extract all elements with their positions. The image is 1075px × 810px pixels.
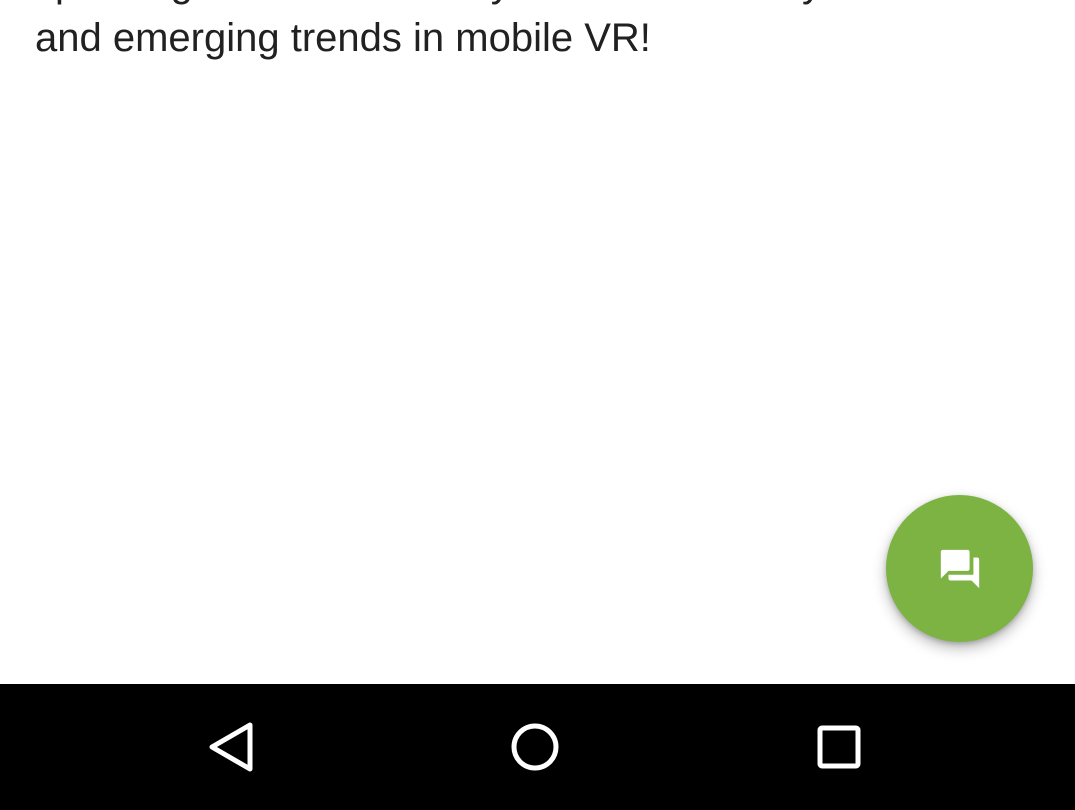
- post-text: special guest Russell Holly to talk abou…: [35, 0, 1045, 66]
- post-content: special guest Russell Holly to talk abou…: [0, 0, 1075, 684]
- system-navigation-bar: [0, 684, 1075, 810]
- home-button[interactable]: [490, 702, 580, 792]
- post-text-line-2: and emerging trends in mobile VR!: [35, 16, 651, 60]
- comments-fab-button[interactable]: [886, 495, 1033, 642]
- back-button[interactable]: [187, 702, 277, 792]
- forum-icon: [940, 549, 979, 588]
- home-circle-icon: [511, 723, 559, 771]
- back-triangle-icon: [209, 722, 253, 772]
- app-screen: special guest Russell Holly to talk abou…: [0, 0, 1075, 810]
- recents-square-icon: [817, 725, 861, 769]
- post-text-line-1: special guest Russell Holly to talk abou…: [35, 0, 1045, 11]
- recents-button[interactable]: [794, 702, 884, 792]
